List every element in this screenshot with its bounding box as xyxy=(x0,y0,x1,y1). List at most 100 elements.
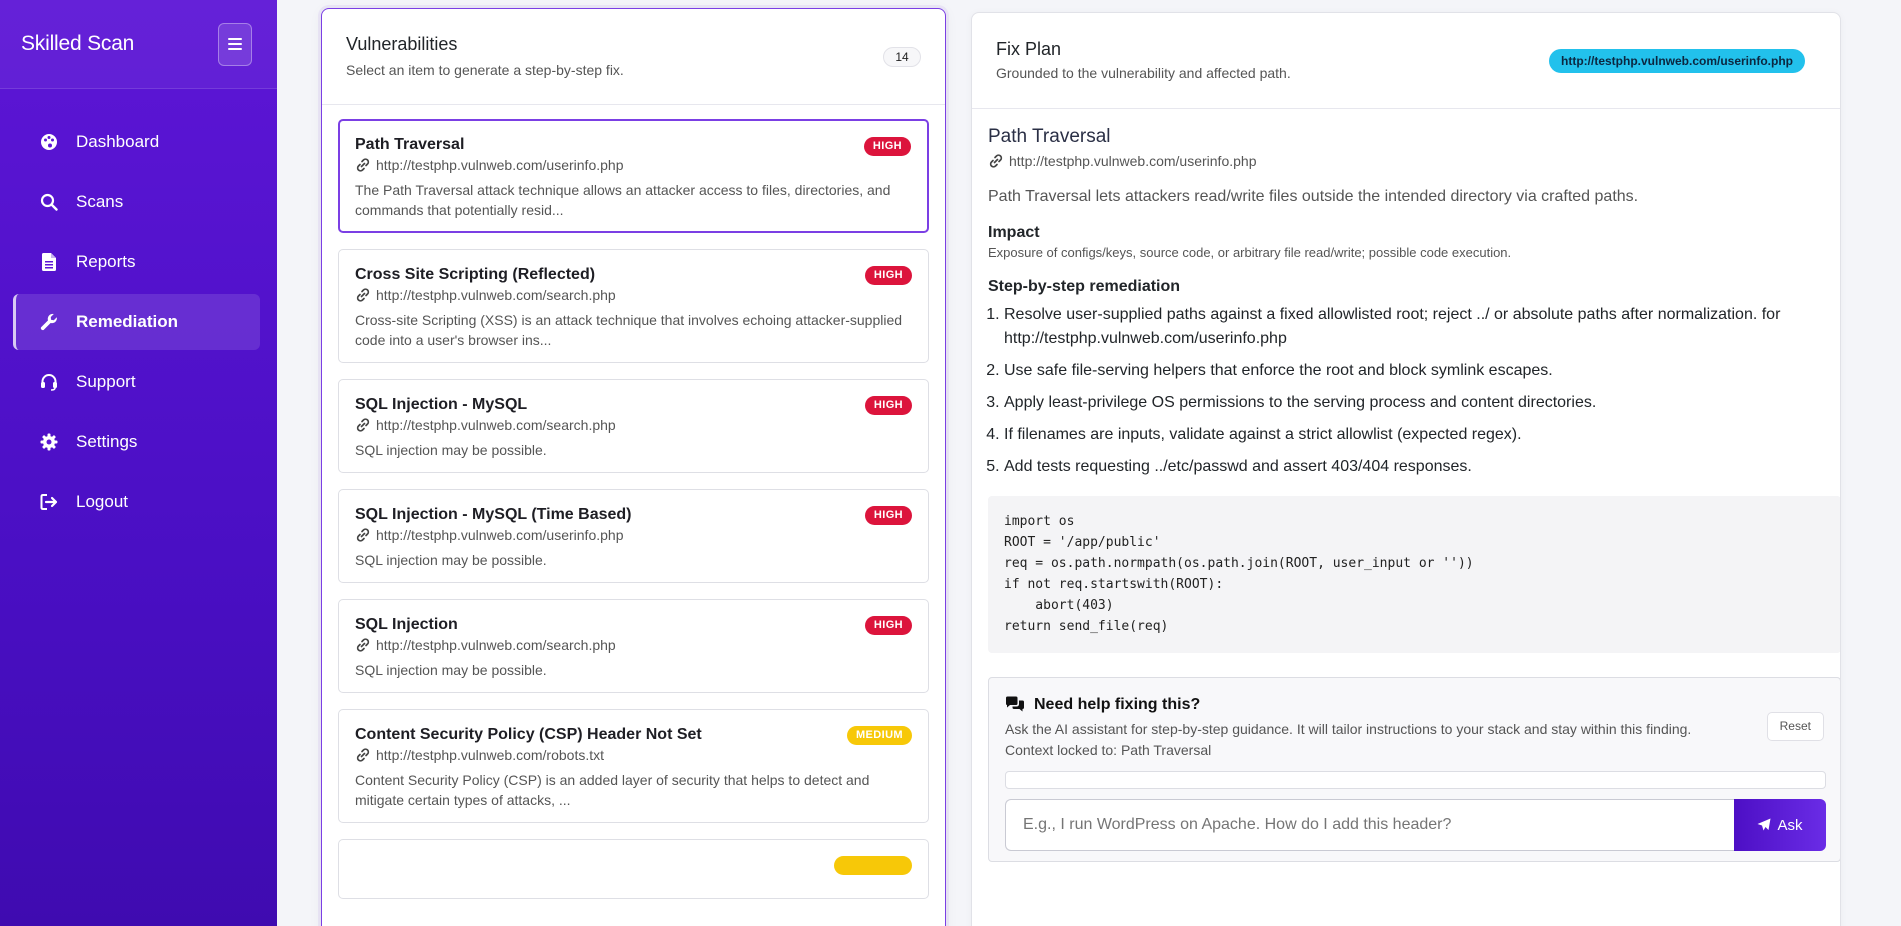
sidebar-item-label: Settings xyxy=(76,432,138,451)
vulnerability-card-csp-header[interactable]: Content Security Policy (CSP) Header Not… xyxy=(338,709,929,823)
impact-heading: Impact xyxy=(988,224,1040,241)
code-snippet: import os ROOT = '/app/public' req = os.… xyxy=(988,496,1840,653)
sidebar-item-remediation[interactable]: Remediation xyxy=(13,294,260,350)
vulnerability-url: http://testphp.vulnweb.com/search.php xyxy=(376,417,616,433)
severity-badge: MEDIUM xyxy=(846,726,912,745)
vulnerability-url: http://testphp.vulnweb.com/search.php xyxy=(376,287,616,303)
vulnerability-card-path-traversal[interactable]: Path Traversal HIGH http://testphp.vulnw… xyxy=(338,119,929,233)
link-icon xyxy=(356,418,370,432)
vulnerability-card-sql-injection-mysql-time[interactable]: SQL Injection - MySQL (Time Based) HIGH … xyxy=(338,489,929,583)
sidebar-item-logout[interactable]: Logout xyxy=(13,474,260,530)
vulnerability-description: The Path Traversal attack technique allo… xyxy=(355,182,891,218)
impact-text: Exposure of configs/keys, source code, o… xyxy=(988,245,1512,260)
vulnerabilities-header: Vulnerabilities Select an item to genera… xyxy=(322,9,945,105)
headset-icon xyxy=(39,372,59,392)
sidebar-item-settings[interactable]: Settings xyxy=(13,414,260,470)
sidebar-item-label: Support xyxy=(76,372,136,391)
sidebar: Skilled Scan Dashboard Scans Reports Rem… xyxy=(0,0,277,926)
vulnerability-description: Cross-site Scripting (XSS) is an attack … xyxy=(355,312,903,348)
ask-input[interactable] xyxy=(1005,799,1734,851)
link-icon xyxy=(356,288,370,302)
sidebar-item-label: Scans xyxy=(76,192,124,211)
wrench-icon xyxy=(39,312,59,332)
severity-badge: HIGH xyxy=(863,137,911,156)
vulnerability-description: SQL injection may be possible. xyxy=(355,552,547,568)
brand-name: Skilled Scan xyxy=(21,32,135,55)
logout-icon xyxy=(39,492,59,512)
file-icon xyxy=(39,252,59,272)
vulnerability-name: Cross Site Scripting (Reflected) xyxy=(355,266,596,283)
help-context: Context locked to: Path Traversal xyxy=(1005,742,1212,758)
vulnerability-description: SQL injection may be possible. xyxy=(355,442,547,458)
vulnerabilities-panel: Vulnerabilities Select an item to genera… xyxy=(321,8,946,926)
vulnerability-card-partial[interactable] xyxy=(338,839,929,899)
affected-url-badge: http://testphp.vulnweb.com/userinfo.php xyxy=(1549,49,1805,73)
vulnerability-name: Path Traversal xyxy=(355,136,465,153)
sidebar-item-label: Reports xyxy=(76,252,136,271)
ask-button-label: Ask xyxy=(1777,816,1803,834)
sidebar-nav: Dashboard Scans Reports Remediation Supp… xyxy=(0,89,277,530)
ask-row: Ask xyxy=(1005,799,1826,851)
vulnerability-name: SQL Injection - MySQL (Time Based) xyxy=(355,506,632,523)
vulnerabilities-count-badge: 14 xyxy=(883,47,921,67)
severity-badge: HIGH xyxy=(864,266,912,285)
vulnerabilities-subtitle: Select an item to generate a step-by-ste… xyxy=(346,62,624,78)
help-subtitle: Ask the AI assistant for step-by-step gu… xyxy=(1005,721,1692,737)
vulnerability-description: SQL injection may be possible. xyxy=(355,662,547,678)
remediation-step: Apply least-privilege OS permissions to … xyxy=(1004,391,1816,415)
vulnerabilities-list: Path Traversal HIGH http://testphp.vulnw… xyxy=(322,105,945,899)
fix-plan-body: Path Traversal http://testphp.vulnweb.co… xyxy=(972,109,1840,862)
vulnerability-name: SQL Injection xyxy=(355,616,458,633)
vulnerability-name: SQL Injection - MySQL xyxy=(355,396,528,413)
fix-vulnerability-title: Path Traversal xyxy=(988,126,1111,147)
ai-help-box: Need help fixing this? Ask the AI assist… xyxy=(988,677,1840,862)
sidebar-item-label: Logout xyxy=(76,492,128,511)
vulnerability-description: Content Security Policy (CSP) is an adde… xyxy=(355,772,870,808)
fix-plan-header: Fix Plan Grounded to the vulnerability a… xyxy=(972,13,1840,109)
severity-badge: HIGH xyxy=(864,396,912,415)
vulnerability-url: http://testphp.vulnweb.com/userinfo.php xyxy=(376,157,624,173)
sidebar-item-label: Remediation xyxy=(76,312,179,331)
sidebar-item-scans[interactable]: Scans xyxy=(13,174,260,230)
fix-summary: Path Traversal lets attackers read/write… xyxy=(988,188,1639,205)
sidebar-item-reports[interactable]: Reports xyxy=(13,234,260,290)
sidebar-item-dashboard[interactable]: Dashboard xyxy=(13,114,260,170)
vulnerability-url: http://testphp.vulnweb.com/userinfo.php xyxy=(376,527,624,543)
link-icon xyxy=(989,154,1003,168)
link-icon xyxy=(356,638,370,652)
reset-button[interactable]: Reset xyxy=(1766,712,1824,741)
severity-badge: HIGH xyxy=(864,506,912,525)
sidebar-item-support[interactable]: Support xyxy=(13,354,260,410)
link-icon xyxy=(356,748,370,762)
severity-badge: HIGH xyxy=(864,616,912,635)
steps-heading: Step-by-step remediation xyxy=(988,278,1181,295)
chat-history-area xyxy=(1005,771,1826,789)
vulnerability-url: http://testphp.vulnweb.com/robots.txt xyxy=(376,747,605,763)
remediation-step: If filenames are inputs, validate agains… xyxy=(1004,423,1816,447)
severity-badge xyxy=(834,856,912,875)
sidebar-toggle-button[interactable] xyxy=(218,22,252,66)
remediation-step: Add tests requesting ../etc/passwd and a… xyxy=(1004,455,1816,479)
remediation-step: Resolve user-supplied paths against a fi… xyxy=(1004,303,1816,351)
palette-icon xyxy=(39,132,59,152)
hamburger-icon xyxy=(228,38,242,50)
sidebar-item-label: Dashboard xyxy=(76,132,160,151)
link-icon xyxy=(356,158,370,172)
vulnerability-card-sql-injection[interactable]: SQL Injection HIGH http://testphp.vulnwe… xyxy=(338,599,929,693)
link-icon xyxy=(356,528,370,542)
remediation-step: Use safe file-serving helpers that enfor… xyxy=(1004,359,1816,383)
vulnerability-card-xss-reflected[interactable]: Cross Site Scripting (Reflected) HIGH ht… xyxy=(338,249,929,363)
search-icon xyxy=(39,192,59,212)
ask-button[interactable]: Ask xyxy=(1734,799,1826,851)
vulnerability-card-sql-injection-mysql[interactable]: SQL Injection - MySQL HIGH http://testph… xyxy=(338,379,929,473)
vulnerabilities-title: Vulnerabilities xyxy=(346,34,458,54)
vulnerability-name: Content Security Policy (CSP) Header Not… xyxy=(355,726,702,743)
fix-vulnerability-url: http://testphp.vulnweb.com/userinfo.php xyxy=(1009,153,1257,169)
help-title: Need help fixing this? xyxy=(1034,696,1201,713)
brand-bar: Skilled Scan xyxy=(0,0,277,89)
vulnerability-url: http://testphp.vulnweb.com/search.php xyxy=(376,637,616,653)
gear-icon xyxy=(39,432,59,452)
remediation-steps: Resolve user-supplied paths against a fi… xyxy=(988,303,1816,479)
fix-plan-panel: Fix Plan Grounded to the vulnerability a… xyxy=(971,12,1841,926)
chat-bubbles-icon xyxy=(1006,696,1024,712)
